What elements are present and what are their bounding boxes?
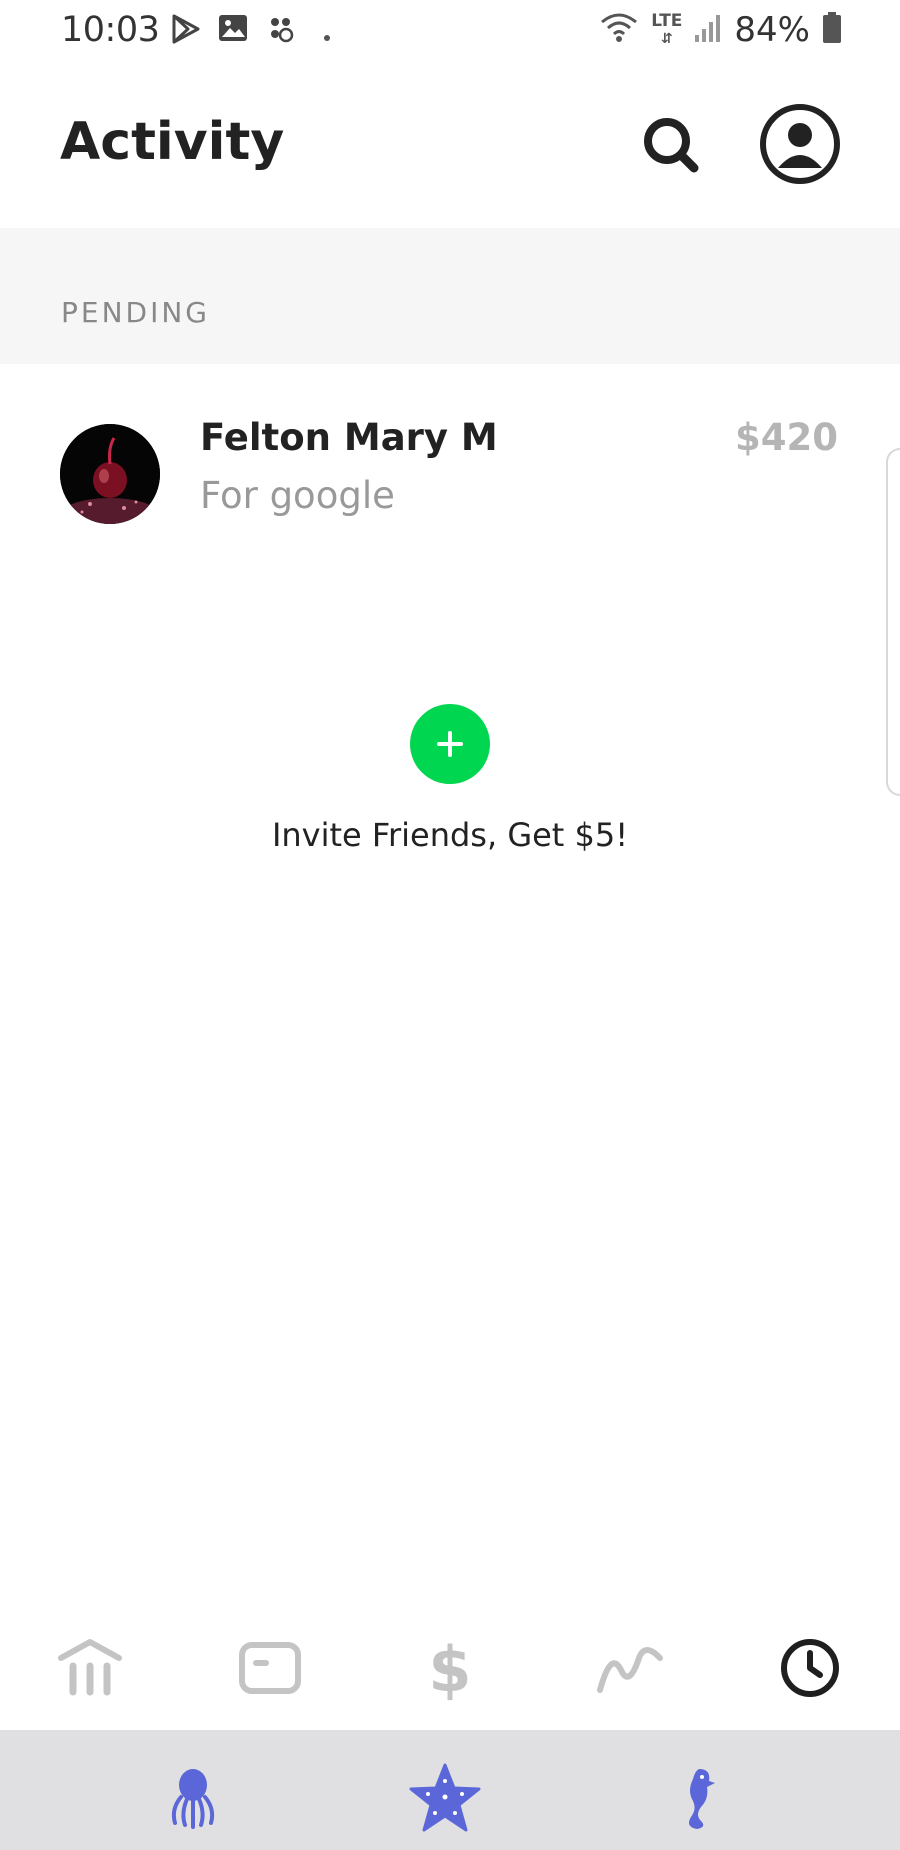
octopus-icon <box>167 1767 219 1833</box>
nav-activity[interactable] <box>770 1630 850 1710</box>
avatar <box>60 424 160 524</box>
starfish-icon <box>408 1763 482 1837</box>
seahorse-icon <box>677 1765 717 1835</box>
nav-investing[interactable] <box>590 1630 670 1710</box>
nav-card[interactable] <box>230 1630 310 1710</box>
lte-label: LTE <box>651 10 683 31</box>
bottom-nav: $ <box>0 1630 900 1730</box>
dot-icon <box>324 26 330 45</box>
nav-banking[interactable] <box>50 1630 130 1710</box>
pending-transaction-row[interactable]: Felton Mary M For google $420 <box>0 400 900 540</box>
invite-link[interactable]: Invite Friends, Get $5! <box>0 816 900 854</box>
play-store-icon <box>172 14 200 48</box>
dock-seahorse[interactable] <box>657 1760 737 1840</box>
signal-icon <box>694 13 722 47</box>
transaction-name: Felton Mary M <box>200 416 498 459</box>
status-bar: 10:03 LTE ⇵ 84% <box>0 0 900 60</box>
dollar-icon: $ <box>428 1633 472 1706</box>
bank-icon <box>57 1638 123 1702</box>
nav-payments[interactable]: $ <box>410 1630 490 1710</box>
search-icon <box>640 118 702 180</box>
dock-starfish[interactable] <box>405 1760 485 1840</box>
transaction-note: For google <box>200 474 395 517</box>
activity-clock-icon <box>779 1637 841 1703</box>
status-right-group: LTE ⇵ 84% <box>599 10 842 50</box>
dock-octopus[interactable] <box>153 1760 233 1840</box>
transaction-amount: $420 <box>735 416 838 459</box>
investing-icon <box>595 1640 665 1700</box>
battery-percent: 84% <box>734 10 810 50</box>
search-button[interactable] <box>640 114 702 176</box>
card-icon <box>238 1641 302 1699</box>
page-title: Activity <box>60 112 285 172</box>
system-dock <box>0 1730 900 1850</box>
pending-label: PENDING <box>61 296 210 329</box>
status-time: 10:03 <box>61 10 160 50</box>
wifi-icon <box>599 12 639 48</box>
gallery-icon <box>218 14 248 46</box>
side-drawer-handle[interactable] <box>886 448 900 796</box>
lte-indicator: LTE ⇵ <box>651 10 683 48</box>
invite-plus-button[interactable] <box>410 704 490 784</box>
battery-icon <box>822 12 842 48</box>
profile-icon <box>758 104 842 190</box>
slack-icon <box>266 14 296 48</box>
profile-button[interactable] <box>758 102 842 186</box>
data-arrows-icon: ⇵ <box>660 30 673 47</box>
